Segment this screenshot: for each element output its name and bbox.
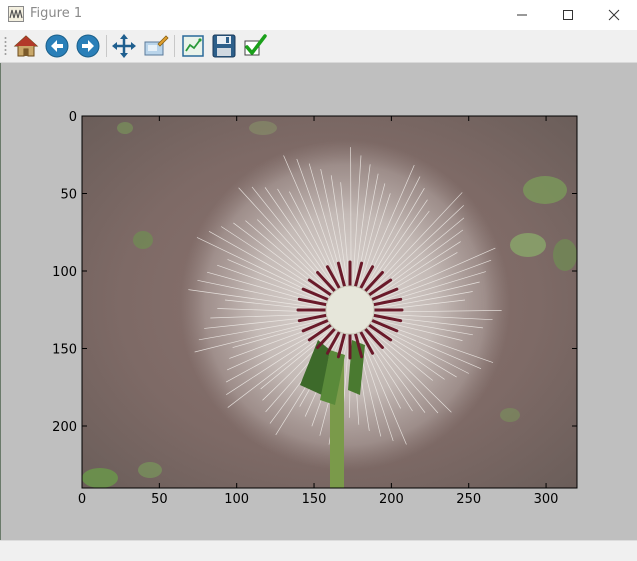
status-bar xyxy=(0,540,637,561)
y-tick-label: 50 xyxy=(60,188,77,203)
y-tick-label: 200 xyxy=(52,420,77,435)
y-tick-label: 150 xyxy=(52,343,77,358)
x-tick-label: 50 xyxy=(151,492,168,507)
x-tick-label: 0 xyxy=(78,492,86,507)
plot-layer: 0 50 100 150 200 250 300 0 50 100 150 200 xyxy=(0,0,637,560)
y-tick-label: 100 xyxy=(52,265,77,280)
x-tick-label: 300 xyxy=(534,492,559,507)
x-tick-label: 200 xyxy=(379,492,404,507)
y-tick-label: 0 xyxy=(69,110,77,125)
x-tick-label: 150 xyxy=(302,492,327,507)
dandelion-image xyxy=(82,116,577,490)
x-tick-label: 100 xyxy=(224,492,249,507)
x-tick-label: 250 xyxy=(456,492,481,507)
